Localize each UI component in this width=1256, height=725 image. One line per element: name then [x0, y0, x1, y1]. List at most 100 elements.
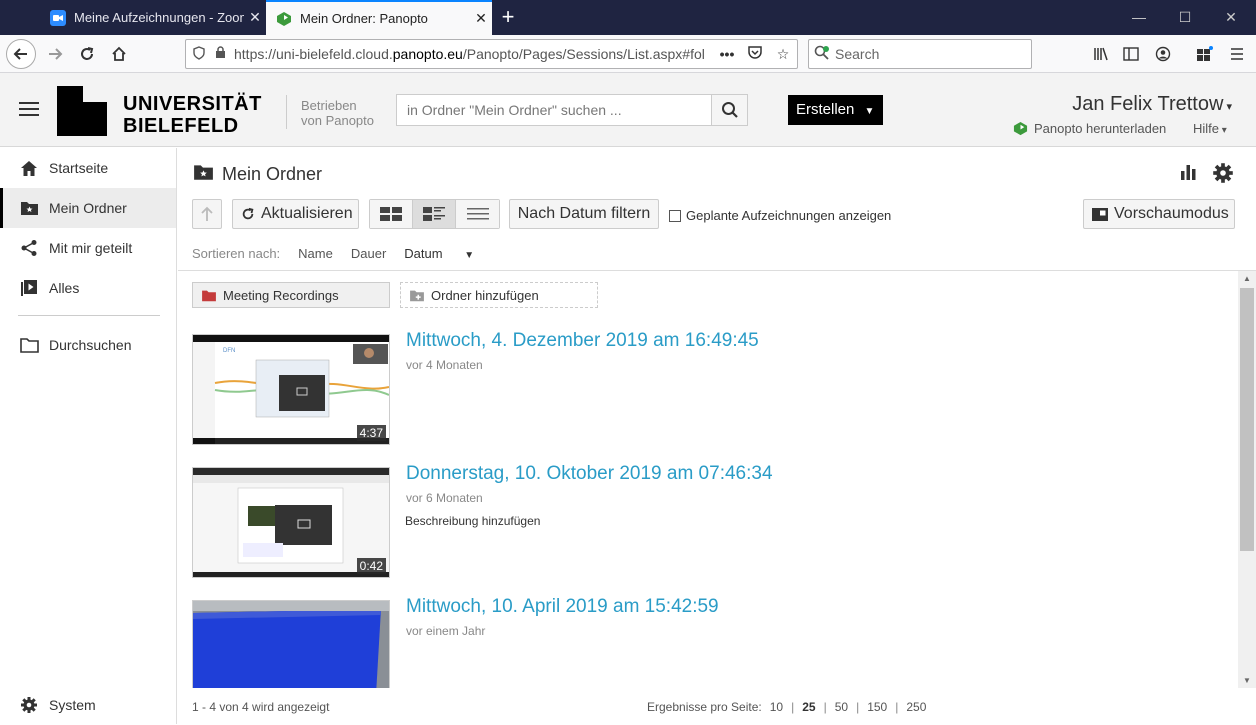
- tile-view-button[interactable]: [370, 200, 413, 228]
- duration-badge: 4:37: [356, 425, 386, 441]
- powered-by-text: Betrieben von Panopto: [301, 98, 374, 128]
- list-view-button[interactable]: [456, 200, 499, 228]
- close-tab-icon[interactable]: ✕: [244, 9, 266, 26]
- checkbox-box[interactable]: [669, 209, 681, 222]
- maximize-icon[interactable]: ☐: [1162, 0, 1208, 35]
- stats-icon[interactable]: [1178, 162, 1198, 189]
- session-row: 0:42 Donnerstag, 10. Oktober 2019 am 07:…: [192, 463, 1232, 579]
- sidebar-item-browse[interactable]: Durchsuchen: [0, 325, 176, 365]
- detail-view-button[interactable]: [413, 200, 456, 228]
- close-window-icon[interactable]: ✕: [1208, 0, 1254, 35]
- page-title: Mein Ordner: [193, 163, 322, 186]
- caret-down-icon: ▾: [1223, 101, 1232, 113]
- download-panopto-link[interactable]: Panopto herunterladen: [1013, 121, 1166, 136]
- scroll-down-icon[interactable]: ▼: [1243, 676, 1251, 685]
- folder-actions: [1178, 162, 1234, 189]
- up-button[interactable]: [192, 199, 222, 229]
- sidebar-item-my-folder[interactable]: Mein Ordner: [0, 188, 176, 228]
- date-filter-button[interactable]: Nach Datum filtern: [509, 199, 659, 229]
- sidebar-item-label: Mein Ordner: [49, 200, 127, 216]
- hamburger-menu-icon[interactable]: [19, 102, 39, 120]
- search-button[interactable]: [711, 95, 747, 125]
- forward-icon[interactable]: [40, 39, 70, 69]
- sort-by-date[interactable]: Datum ▼: [404, 246, 492, 261]
- university-logo[interactable]: [57, 86, 107, 136]
- user-menu[interactable]: Jan Felix Trettow ▾: [1072, 93, 1232, 116]
- caret-down-icon: ▾: [1219, 125, 1227, 136]
- back-icon[interactable]: [6, 39, 36, 69]
- sidebar-item-shared[interactable]: Mit mir geteilt: [0, 228, 176, 268]
- session-title-link[interactable]: Mittwoch, 10. April 2019 am 15:42:59: [406, 596, 719, 618]
- panopto-icon: [1013, 121, 1028, 136]
- help-menu[interactable]: Hilfe ▾: [1193, 121, 1227, 136]
- sidebar-item-all[interactable]: Alles: [0, 268, 176, 308]
- refresh-icon: [242, 207, 254, 220]
- per-page-option-selected[interactable]: 25: [802, 700, 815, 714]
- browser-tab-panopto[interactable]: Mein Ordner: Panopto ✕: [266, 0, 492, 35]
- subfolder-item[interactable]: Meeting Recordings: [192, 282, 390, 308]
- sidebar-item-label: Startseite: [49, 160, 109, 176]
- scrollbar[interactable]: ▲ ▼: [1238, 271, 1256, 688]
- refresh-button[interactable]: Aktualisieren: [232, 199, 359, 229]
- sidebar-item-label: Mit mir geteilt: [49, 240, 133, 256]
- sort-by-name[interactable]: Name: [298, 246, 333, 261]
- browser-search-input[interactable]: Search: [808, 39, 1032, 69]
- per-page-option[interactable]: 10: [770, 700, 783, 714]
- bookmark-star-icon[interactable]: ☆: [769, 46, 797, 63]
- home-icon[interactable]: [104, 39, 134, 69]
- folder-title-text: Mein Ordner: [222, 164, 323, 184]
- sidebar-toggle-icon[interactable]: [1116, 39, 1146, 69]
- folder-star-icon: [193, 163, 214, 186]
- sort-desc-icon: ▼: [464, 250, 475, 261]
- settings-gear-icon[interactable]: [1212, 162, 1234, 189]
- session-thumbnail[interactable]: DFN 4:37: [192, 334, 390, 445]
- sidebar-item-system[interactable]: System: [0, 685, 176, 725]
- preview-mode-button[interactable]: Vorschaumodus: [1083, 199, 1235, 229]
- more-actions-icon[interactable]: •••: [713, 46, 741, 62]
- add-description-link[interactable]: Beschreibung hinzufügen: [405, 514, 540, 528]
- per-page-option[interactable]: 50: [835, 700, 848, 714]
- session-list: Meeting Recordings Ordner hinzufügen DFN: [178, 271, 1238, 688]
- per-page-selector: Ergebnisse pro Seite: 10 | 25 | 50 | 150…: [647, 700, 926, 714]
- folder-icon: [19, 335, 39, 355]
- search-engine-icon: [809, 45, 835, 64]
- library-icon[interactable]: [1086, 39, 1116, 69]
- account-icon[interactable]: [1148, 39, 1178, 69]
- menu-icon[interactable]: [1222, 39, 1252, 69]
- session-title-link[interactable]: Mittwoch, 4. Dezember 2019 am 16:49:45: [406, 330, 759, 352]
- duration-badge: 0:42: [356, 558, 386, 574]
- reload-icon[interactable]: [72, 39, 102, 69]
- add-folder-button[interactable]: Ordner hinzufügen: [400, 282, 598, 308]
- extensions-icon[interactable]: [1190, 39, 1220, 69]
- close-tab-icon[interactable]: ✕: [470, 10, 492, 27]
- pocket-icon[interactable]: [741, 46, 769, 62]
- minimize-icon[interactable]: ―: [1116, 0, 1162, 35]
- separator: |: [856, 700, 860, 714]
- folder-search-input[interactable]: in Ordner "Mein Ordner" suchen ...: [397, 95, 711, 125]
- tab-title: Mein Ordner: Panopto: [300, 11, 428, 26]
- sidebar-item-home[interactable]: Startseite: [0, 148, 176, 188]
- browser-tab-zoom[interactable]: Meine Aufzeichnungen - Zoom ✕: [40, 0, 266, 35]
- session-age: vor 6 Monaten: [406, 491, 483, 505]
- user-name: Jan Felix Trettow: [1072, 93, 1224, 115]
- session-age: vor einem Jahr: [406, 624, 486, 638]
- date-filter-label: Nach Datum filtern: [517, 205, 651, 222]
- per-page-option[interactable]: 250: [906, 700, 926, 714]
- scrollbar-thumb[interactable]: [1240, 288, 1254, 551]
- session-title-link[interactable]: Donnerstag, 10. Oktober 2019 am 07:46:34: [406, 463, 773, 485]
- sort-by-duration[interactable]: Dauer: [351, 246, 386, 261]
- list-footer: 1 - 4 von 4 wird angezeigt Ergebnisse pr…: [178, 688, 1256, 724]
- per-page-option[interactable]: 150: [867, 700, 887, 714]
- preview-icon: [1092, 207, 1108, 221]
- url-bar[interactable]: https://uni-bielefeld.cloud.panopto.eu/P…: [185, 39, 798, 69]
- home-icon: [19, 158, 39, 178]
- scheduled-recordings-checkbox[interactable]: Geplante Aufzeichnungen anzeigen: [669, 208, 891, 223]
- session-thumbnail[interactable]: 0:42: [192, 467, 390, 578]
- session-thumbnail[interactable]: [192, 600, 390, 688]
- new-tab-icon[interactable]: +: [496, 4, 520, 30]
- create-button[interactable]: Erstellen ▼: [788, 95, 883, 125]
- university-logo-text[interactable]: UNIVERSITÄT BIELEFELD: [123, 93, 262, 137]
- folder-search: in Ordner "Mein Ordner" suchen ...: [396, 94, 748, 126]
- separator: |: [895, 700, 899, 714]
- scroll-up-icon[interactable]: ▲: [1243, 274, 1251, 283]
